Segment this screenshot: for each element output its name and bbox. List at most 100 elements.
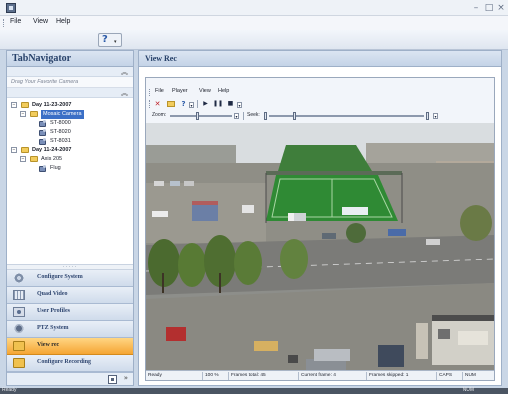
status-state: Ready	[148, 373, 162, 378]
minimize-button[interactable]: –	[470, 2, 482, 14]
navigator-buttons: Configure System Quad Video User Profiles P…	[7, 270, 133, 372]
favorites-section-header[interactable]: ︽	[7, 67, 133, 77]
folder-icon	[21, 102, 29, 108]
folder-icon	[13, 341, 25, 351]
menu-grip	[149, 89, 151, 96]
help-button[interactable]: ? ▾	[98, 33, 122, 47]
navigator-title: TabNavigator	[7, 51, 133, 67]
collapse-chevron-icon[interactable]: ︽	[121, 67, 128, 77]
nav-button-configure-recording[interactable]: Configure Recording	[7, 355, 133, 372]
tree-item-label: Axis 205	[41, 156, 63, 162]
chevron-down-icon[interactable]: ▾	[433, 113, 438, 119]
video-frame[interactable]	[146, 123, 494, 370]
configure-buttons-icon[interactable]	[108, 375, 117, 384]
zoom-slider-thumb[interactable]	[196, 112, 199, 120]
tree-item-folder[interactable]: − Axis 205	[7, 155, 133, 164]
status-num: NUM	[462, 372, 476, 380]
menu-view[interactable]: View	[33, 18, 48, 25]
close-file-icon[interactable]: ✕	[153, 99, 162, 109]
collapse-chevron-icon[interactable]: ︽	[121, 88, 128, 98]
chevron-down-icon[interactable]: ▾	[237, 102, 242, 108]
folder-icon	[13, 358, 25, 368]
status-caps: CAPS	[436, 372, 452, 380]
player-window: File Player View Help ✕ ? ▾ ▶ ❚❚ ■ ▾ Zoo…	[145, 77, 495, 381]
collapse-toggle-icon[interactable]: −	[11, 102, 17, 108]
collapse-toggle-icon[interactable]: −	[20, 156, 26, 162]
tree-item-label: ST-8000	[50, 120, 71, 126]
tree-item-camera[interactable]: ST-8020	[7, 128, 133, 137]
tree-item-label: ST-8031	[50, 138, 71, 144]
status-frames-total: Frames total: 45	[228, 372, 266, 380]
nav-button-view-rec[interactable]: View rec	[7, 338, 133, 355]
camera-icon	[39, 165, 46, 172]
tree-item-camera[interactable]: Flug	[7, 164, 133, 173]
tree-item-folder[interactable]: − Day 11-24-2007	[7, 146, 133, 155]
nav-button-ptz-system[interactable]: PTZ System	[7, 321, 133, 338]
title-bar: – □ ×	[0, 0, 508, 16]
chevron-down-icon[interactable]: ▾	[114, 39, 120, 45]
zoom-slider-track[interactable]	[170, 115, 232, 117]
zoom-label: Zoom:	[152, 112, 167, 118]
folder-icon	[21, 147, 29, 153]
chevron-down-icon[interactable]: ▾	[189, 102, 194, 108]
nav-button-quad-video[interactable]: Quad Video	[7, 287, 133, 304]
seek-slider-end[interactable]	[426, 112, 429, 120]
collapse-toggle-icon[interactable]: −	[11, 147, 17, 153]
drag-hint: Drag Your Favorite Camera	[7, 77, 133, 88]
tree-item-folder[interactable]: − Day 11-23-2007	[7, 101, 133, 110]
app-status-num: NUM	[462, 387, 474, 393]
folder-icon	[30, 111, 38, 117]
camera-icon	[39, 129, 46, 136]
maximize-button[interactable]: □	[483, 2, 495, 14]
nav-button-configure-system[interactable]: Configure System	[7, 270, 133, 287]
menu-grip	[3, 19, 5, 27]
ptz-camera-icon	[13, 324, 25, 334]
help-icon: ?	[102, 34, 108, 45]
status-current-frame: Current frame: 4	[298, 372, 336, 380]
seek-slider-start[interactable]	[264, 112, 267, 120]
menu-bar: File View Help	[0, 16, 508, 30]
menu-help[interactable]: Help	[56, 18, 70, 25]
nav-button-label: Quad Video	[37, 291, 68, 297]
nav-button-label: User Profiles	[37, 308, 70, 314]
help-icon[interactable]: ?	[179, 99, 188, 109]
view-title: View Rec	[139, 51, 501, 67]
tree-item-camera[interactable]: ST-8031	[7, 137, 133, 146]
nav-button-label: View rec	[37, 342, 60, 348]
stop-icon[interactable]: ■	[226, 99, 235, 109]
player-menu-player[interactable]: Player	[172, 88, 188, 94]
user-icon	[13, 307, 25, 317]
close-button[interactable]: ×	[495, 2, 507, 14]
surveillance-image	[146, 123, 494, 370]
player-toolbar: ✕ ? ▾ ▶ ❚❚ ■ ▾	[146, 99, 494, 110]
app-status-text: Ready	[2, 387, 17, 393]
app-status-bar: Ready NUM	[0, 387, 508, 394]
tree-section-header[interactable]: ︽	[7, 88, 133, 98]
grid-icon	[13, 290, 25, 300]
tree-item-label: Flug	[50, 165, 61, 171]
nav-button-label: Configure Recording	[37, 359, 92, 365]
pause-icon[interactable]: ❚❚	[213, 99, 223, 109]
seek-slider-thumb[interactable]	[293, 112, 296, 120]
player-menu-bar: File Player View Help	[146, 88, 494, 98]
tree-item-folder[interactable]: − Mosaic Camera	[7, 110, 133, 119]
status-zoom: 100 %	[202, 372, 219, 380]
player-menu-file[interactable]: File	[155, 88, 164, 94]
nav-button-label: PTZ System	[37, 325, 69, 331]
nav-button-user-profiles[interactable]: User Profiles	[7, 304, 133, 321]
chevron-down-icon[interactable]: ▾	[234, 113, 239, 119]
tab-navigator: TabNavigator ︽ Drag Your Favorite Camera…	[6, 50, 134, 386]
open-folder-icon[interactable]	[166, 99, 175, 109]
player-status-bar: Ready 100 % Frames total: 45 Current fra…	[146, 370, 494, 380]
play-icon[interactable]: ▶	[201, 99, 210, 109]
player-seek-bar: Zoom: ▾ Seek: ▾	[146, 111, 494, 122]
camera-icon	[39, 138, 46, 145]
player-menu-help[interactable]: Help	[218, 88, 229, 94]
collapse-toggle-icon[interactable]: −	[20, 111, 26, 117]
overflow-chevron-icon[interactable]: »	[124, 374, 128, 382]
tree-item-camera[interactable]: ST-8000	[7, 119, 133, 128]
player-menu-view[interactable]: View	[199, 88, 211, 94]
tree-item-label: Day 11-23-2007	[32, 102, 72, 108]
view-rec-panel: View Rec File Player View Help ✕ ? ▾ ▶ ❚…	[138, 50, 502, 386]
menu-file[interactable]: File	[10, 18, 21, 25]
